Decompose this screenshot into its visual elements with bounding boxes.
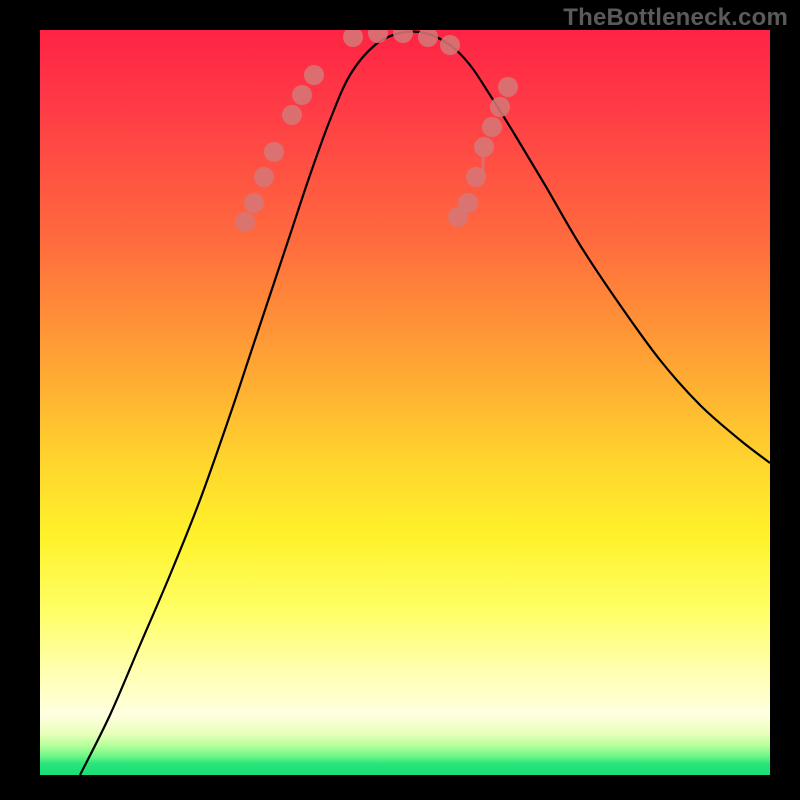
curve-svg bbox=[40, 30, 770, 775]
highlight-dot bbox=[264, 142, 284, 162]
highlight-dot bbox=[498, 77, 518, 97]
highlight-dot bbox=[244, 193, 264, 213]
highlight-dot bbox=[343, 30, 363, 47]
highlight-dot bbox=[393, 30, 413, 43]
highlight-dot bbox=[368, 30, 388, 43]
highlight-dot bbox=[254, 167, 274, 187]
highlight-dot bbox=[282, 105, 302, 125]
highlight-dot bbox=[235, 212, 255, 232]
highlight-dot bbox=[292, 85, 312, 105]
bottleneck-curve bbox=[80, 32, 770, 776]
highlight-dots-group bbox=[235, 30, 518, 232]
highlight-dot bbox=[490, 97, 510, 117]
plot-area bbox=[40, 30, 770, 775]
highlight-dot bbox=[440, 35, 460, 55]
highlight-dot bbox=[458, 193, 478, 213]
chart-frame: TheBottleneck.com bbox=[0, 0, 800, 800]
highlight-dot bbox=[418, 30, 438, 47]
highlight-dot bbox=[304, 65, 324, 85]
highlight-dot bbox=[482, 117, 502, 137]
watermark-text: TheBottleneck.com bbox=[563, 4, 788, 32]
